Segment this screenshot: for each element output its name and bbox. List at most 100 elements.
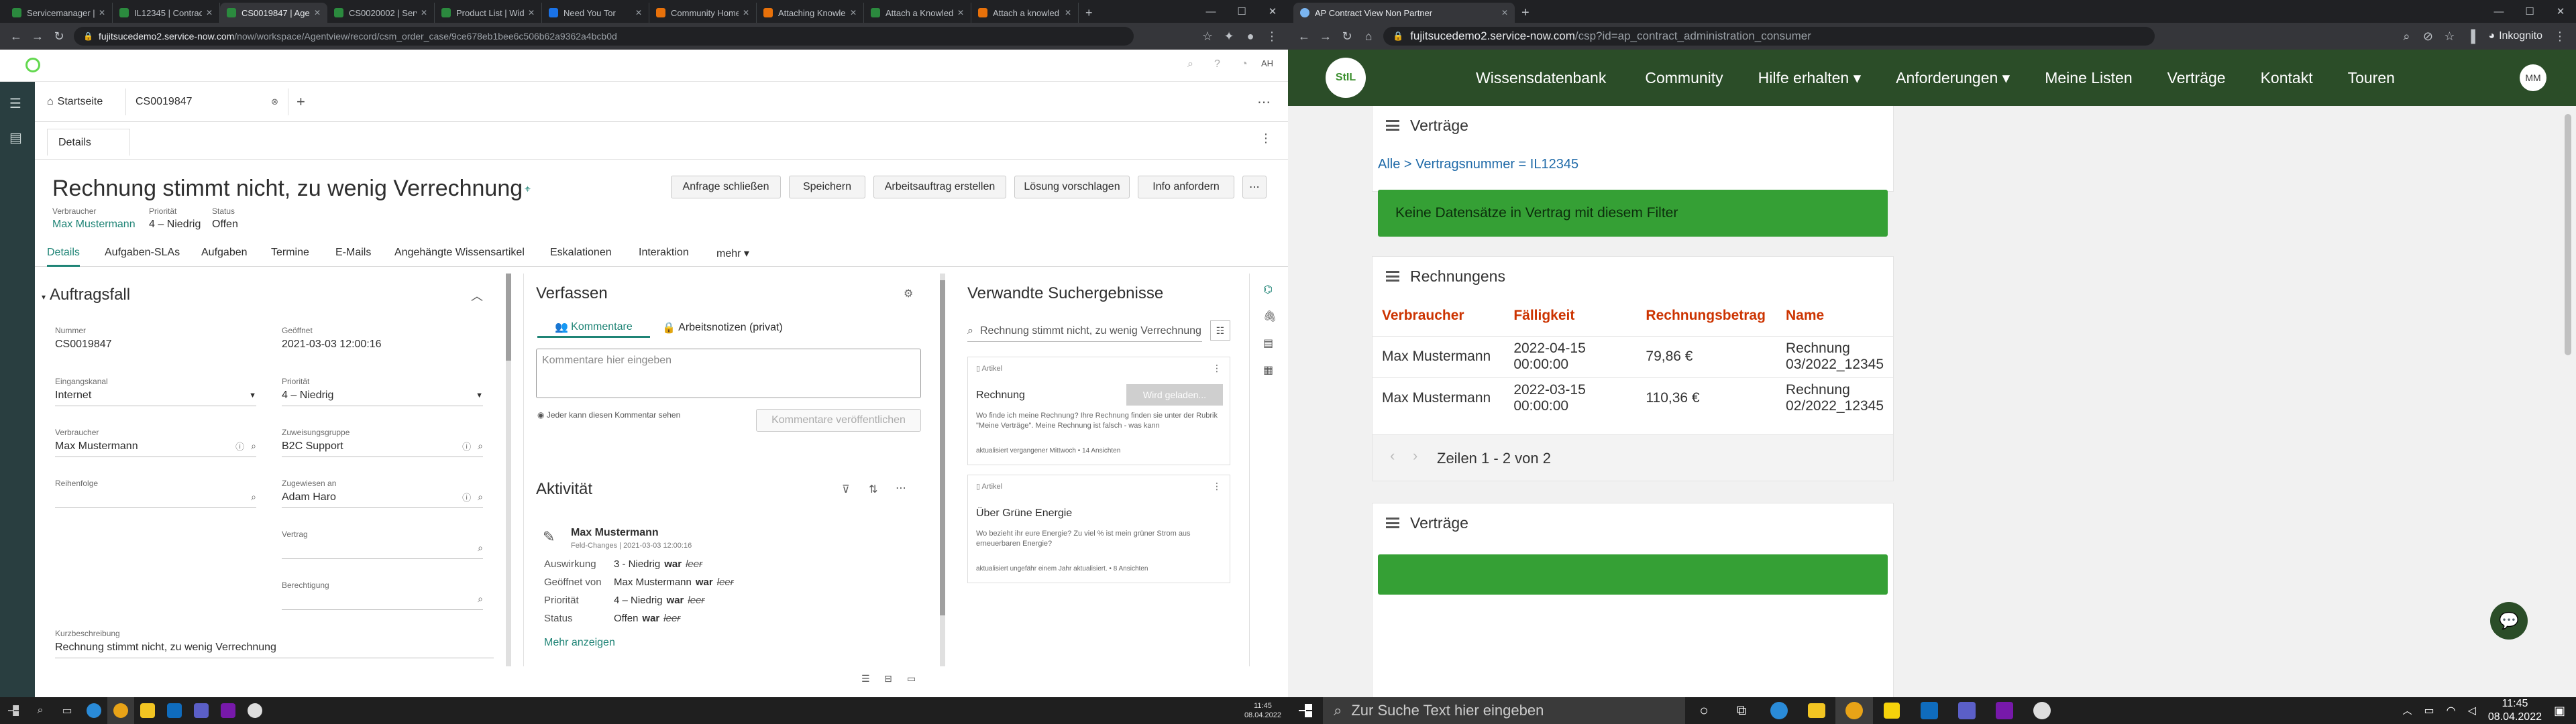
chrome-menu-icon[interactable]: ⋮ xyxy=(1261,25,1283,47)
edge-icon[interactable] xyxy=(1760,697,1798,724)
agent-assist-icon[interactable]: ⌬ xyxy=(1263,283,1288,296)
close-tab-icon[interactable]: ✕ xyxy=(631,8,642,17)
close-tab-icon[interactable]: ✕ xyxy=(524,8,535,17)
kb-card-title[interactable]: Rechnung xyxy=(976,389,1025,402)
explorer-icon[interactable] xyxy=(134,697,161,724)
column-header[interactable]: Rechnungsbetrag xyxy=(1636,296,1777,337)
priority-select[interactable]: 4 – Niedrig ▼ xyxy=(282,385,483,406)
subtab-details[interactable]: Details xyxy=(47,247,80,267)
group-field[interactable]: B2C Support ⓘ ⌕ xyxy=(282,436,483,457)
close-tab-icon[interactable]: ✕ xyxy=(202,8,213,17)
close-tab-icon[interactable]: ⊗ xyxy=(271,97,278,107)
close-tab-icon[interactable]: ✕ xyxy=(95,8,105,17)
wifi-icon[interactable]: ◠ xyxy=(2447,704,2456,717)
help-icon[interactable]: ? xyxy=(1214,58,1220,70)
kb-card-menu-icon[interactable]: ⋮ xyxy=(1212,363,1222,374)
right-clock[interactable]: 11:45 08.04.2022 xyxy=(2488,697,2542,724)
compose-scrollbar[interactable] xyxy=(940,274,945,666)
onenote-icon[interactable] xyxy=(215,697,241,724)
lookup-search-icon[interactable]: ⌕ xyxy=(251,491,256,503)
close-tab-icon[interactable]: ✕ xyxy=(953,8,964,17)
subtab-escalations[interactable]: Eskalationen xyxy=(550,247,612,259)
new-tab-button[interactable]: + xyxy=(1079,3,1099,23)
subtab-appointments[interactable]: Termine xyxy=(271,247,309,259)
details-tab[interactable]: Details xyxy=(47,129,130,156)
browser-tab[interactable]: IL12345 | Contract ✕ xyxy=(113,3,220,23)
subtab-task-slas[interactable]: Aufgaben-SLAs xyxy=(105,247,180,259)
table-row[interactable]: Max Mustermann 2022-04-15 00:00:00 79,86 €… xyxy=(1373,335,1893,377)
browser-tab[interactable]: Product List | Wid ✕ xyxy=(435,3,542,23)
info-icon[interactable]: ⓘ xyxy=(462,491,471,503)
sort-icon[interactable]: ⇅ xyxy=(869,483,877,496)
portal-scrollbar[interactable] xyxy=(2563,106,2573,697)
view-full-icon[interactable]: ▭ xyxy=(907,673,916,684)
star-icon[interactable]: ☆ xyxy=(1197,25,1218,47)
column-header[interactable]: Fälligkeit xyxy=(1504,296,1637,337)
hamburger-icon[interactable] xyxy=(1386,120,1399,131)
chrome-icon[interactable] xyxy=(107,697,134,724)
volume-icon[interactable]: ◁ xyxy=(2468,704,2476,717)
home-icon[interactable]: ⌂ xyxy=(1358,25,1379,47)
request-info-button[interactable]: Info anfordern xyxy=(1138,176,1234,198)
related-search-input[interactable]: ⌕ Rechnung stimmt nicht, zu wenig Verrech… xyxy=(967,320,1202,342)
propose-solution-button[interactable]: Lösung vorschlagen xyxy=(1014,176,1130,198)
subtab-interaction[interactable]: Interaktion xyxy=(639,247,689,259)
table-row[interactable]: Max Mustermann 2022-03-15 00:00:00 110,36 … xyxy=(1373,377,1893,419)
chrome-icon[interactable] xyxy=(1835,697,1873,724)
back-icon[interactable]: ← xyxy=(5,25,27,47)
forward-icon[interactable]: → xyxy=(27,25,48,47)
close-tab-icon[interactable]: ✕ xyxy=(739,8,749,17)
outlook-icon[interactable] xyxy=(1911,697,1948,724)
subtab-knowledge[interactable]: Angehängte Wissensartikel xyxy=(394,247,525,259)
browser-tab[interactable]: Attach a Knowled ✕ xyxy=(864,3,971,23)
comment-input[interactable]: Kommentare hier eingeben xyxy=(536,349,921,398)
chrome-menu-icon[interactable]: ⋮ xyxy=(2549,25,2571,47)
collapse-icon[interactable]: ︿ xyxy=(471,287,483,304)
minimize-icon[interactable]: — xyxy=(1195,6,1226,17)
channel-select[interactable]: Internet ▼ xyxy=(55,385,256,406)
view-split-icon[interactable]: ⊟ xyxy=(884,673,892,684)
minimize-icon[interactable]: — xyxy=(2483,6,2514,17)
search-icon[interactable]: ⌕ xyxy=(1187,58,1193,70)
user-initials[interactable]: AH xyxy=(1261,58,1273,68)
user-avatar[interactable]: MM xyxy=(2520,64,2546,91)
nav-item[interactable]: Wissensdatenbank xyxy=(1476,69,1606,87)
browser-tab[interactable]: Servicemanager | ✕ xyxy=(5,3,113,23)
start-icon[interactable] xyxy=(1288,697,1323,724)
details-overflow-icon[interactable]: ⋮ xyxy=(1260,131,1272,145)
portal-logo[interactable]: StIL xyxy=(1326,58,1366,98)
portal-tab[interactable]: AP Contract View Non Partner ✕ xyxy=(1293,3,1515,23)
tab-worknotes[interactable]: 🔒 Arbeitsnotizen (privat) xyxy=(651,318,794,338)
explorer-icon[interactable] xyxy=(1798,697,1835,724)
lookup-search-icon[interactable]: ⌕ xyxy=(478,593,483,605)
maximize-icon[interactable]: ☐ xyxy=(1226,5,1257,17)
inbox-icon[interactable]: ▤ xyxy=(9,129,35,146)
close-icon[interactable]: ✕ xyxy=(2545,5,2576,17)
teams-icon[interactable] xyxy=(188,697,215,724)
close-tab-icon[interactable]: ✕ xyxy=(1061,8,1071,17)
nav-item[interactable]: Kontakt xyxy=(2261,69,2313,87)
back-icon[interactable]: ← xyxy=(1293,25,1315,47)
start-icon[interactable] xyxy=(0,697,27,724)
activity-more-icon[interactable]: ⋯ xyxy=(896,481,906,495)
tab-comments[interactable]: 👥 Kommentare xyxy=(537,318,650,338)
subtab-tasks[interactable]: Aufgaben xyxy=(201,247,248,259)
add-tab-icon[interactable]: + xyxy=(297,88,305,115)
caret-down-icon[interactable]: ▾ xyxy=(42,292,46,302)
star-icon[interactable]: ☆ xyxy=(2438,25,2460,47)
chat-icon[interactable]: 💬 xyxy=(2490,602,2528,640)
save-button[interactable]: Speichern xyxy=(789,176,865,198)
battery-icon[interactable]: ▭ xyxy=(2424,704,2434,717)
browser-tab[interactable]: Need You Tor ✕ xyxy=(542,3,649,23)
hamburger-icon[interactable] xyxy=(1386,518,1399,528)
publish-comment-button[interactable]: Kommentare veröffentlichen xyxy=(756,409,921,432)
tab-home[interactable]: ⌂ Startseite xyxy=(47,88,126,115)
tag-icon[interactable]: ⌖ xyxy=(525,184,531,196)
tab-overflow-icon[interactable]: ⋯ xyxy=(1257,88,1271,115)
notification-center-icon[interactable]: ▣ xyxy=(2554,704,2565,718)
note-icon[interactable]: ▦ xyxy=(1263,363,1288,377)
next-page-icon[interactable]: › xyxy=(1413,447,1417,465)
taskbar-search[interactable]: ⌕ Zur Suche Text hier eingeben xyxy=(1323,697,1685,724)
close-tab-icon[interactable]: ✕ xyxy=(846,8,857,17)
left-url-bar[interactable]: 🔒 fujitsucedemo2.service-now.com/now/wor… xyxy=(74,27,1134,46)
